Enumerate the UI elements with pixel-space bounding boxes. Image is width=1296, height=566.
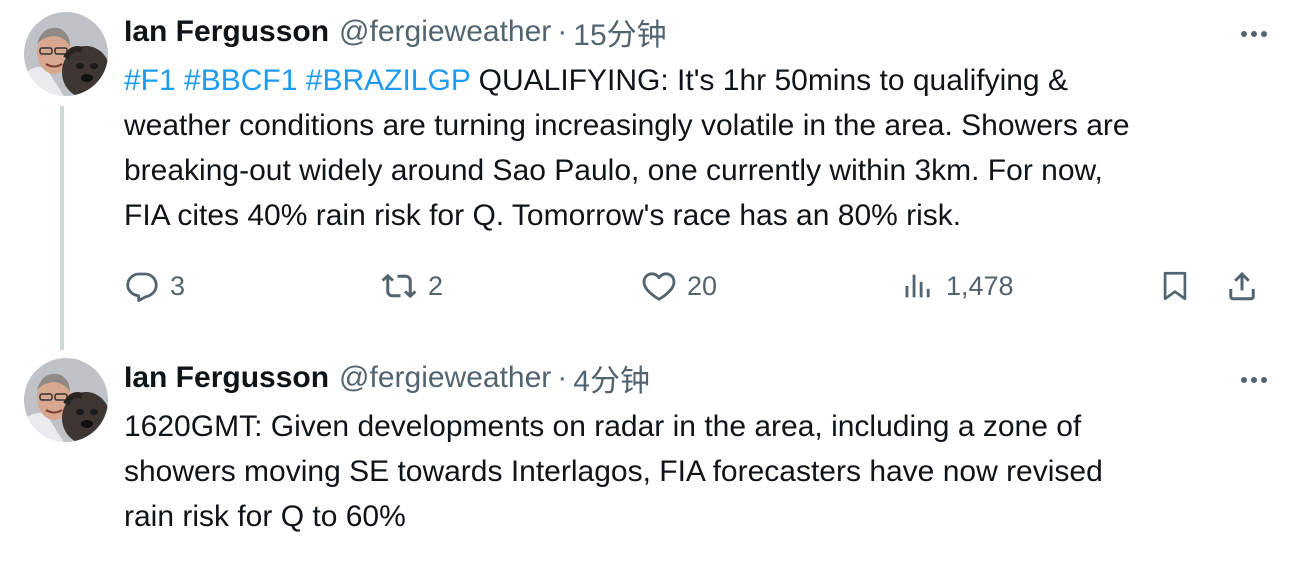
handle[interactable]: @fergieweather	[339, 15, 551, 49]
like-count: 20	[687, 270, 718, 301]
timestamp[interactable]: 4分钟	[573, 356, 650, 400]
like-button[interactable]: 20	[641, 262, 717, 310]
tweet-text: 1620GMT: Given developments on radar in …	[124, 404, 1274, 539]
tweet-1[interactable]: Ian Fergusson @fergieweather · 15分钟 #F1 …	[0, 0, 1296, 350]
separator-dot: ·	[557, 361, 568, 394]
avatar[interactable]	[24, 12, 108, 96]
like-icon	[642, 272, 676, 301]
share-button[interactable]	[1224, 262, 1260, 310]
tweet-actions: 3 2 20 1,478	[124, 262, 1274, 310]
tweet-text: #F1 #BBCF1 #BRAZILGP QUALIFYING: It's 1h…	[124, 58, 1274, 238]
avatar[interactable]	[24, 358, 108, 442]
bookmark-icon	[1163, 271, 1187, 301]
handle[interactable]: @fergieweather	[339, 361, 551, 395]
avatar-photo	[24, 12, 108, 96]
tweet-header: Ian Fergusson @fergieweather · 15分钟	[124, 12, 667, 52]
reply-button[interactable]: 3	[124, 262, 185, 310]
timestamp[interactable]: 15分钟	[573, 10, 666, 54]
hashtag-link[interactable]: #BBCF1	[184, 64, 297, 97]
retweet-icon	[381, 273, 417, 299]
tweet-header: Ian Fergusson @fergieweather · 4分钟	[124, 358, 650, 398]
display-name[interactable]: Ian Fergusson	[124, 15, 329, 49]
tweet-text-line: rain risk for Q to 60%	[124, 500, 406, 533]
reply-icon	[126, 272, 158, 302]
views-count: 1,478	[946, 270, 1014, 301]
more-icon[interactable]	[1234, 14, 1274, 54]
display-name[interactable]: Ian Fergusson	[124, 361, 329, 395]
hashtag-link[interactable]: #F1	[124, 64, 176, 97]
tweet-text-line: showers moving SE towards Interlagos, FI…	[124, 455, 1103, 488]
separator-dot: ·	[557, 15, 568, 48]
tweet-text-line: weather conditions are turning increasin…	[124, 109, 1130, 142]
tweet-2[interactable]: Ian Fergusson @fergieweather · 4分钟 1620G…	[0, 350, 1296, 566]
more-icon[interactable]	[1234, 360, 1274, 400]
hashtag-link[interactable]: #BRAZILGP	[306, 64, 471, 97]
avatar-photo	[24, 358, 108, 442]
tweet-text-line: breaking-out widely around Sao Paulo, on…	[124, 154, 1103, 187]
reply-count: 3	[170, 270, 186, 301]
share-icon	[1229, 271, 1255, 301]
tweet-text-line: 1620GMT: Given developments on radar in …	[124, 410, 1082, 443]
bookmark-button[interactable]	[1158, 262, 1192, 310]
views-icon	[905, 274, 930, 298]
views-button[interactable]: 1,478	[902, 262, 1014, 310]
retweet-count: 2	[428, 270, 444, 301]
thread-connector-line	[60, 106, 64, 350]
retweet-button[interactable]: 2	[380, 262, 443, 310]
tweet-text-line: FIA cites 40% rain risk for Q. Tomorrow'…	[124, 199, 962, 232]
tweet-text-line: #F1 #BBCF1 #BRAZILGP QUALIFYING: It's 1h…	[124, 58, 1274, 103]
tweet-text-segment: QUALIFYING: It's 1hr 50mins to qualifyin…	[478, 64, 1068, 97]
